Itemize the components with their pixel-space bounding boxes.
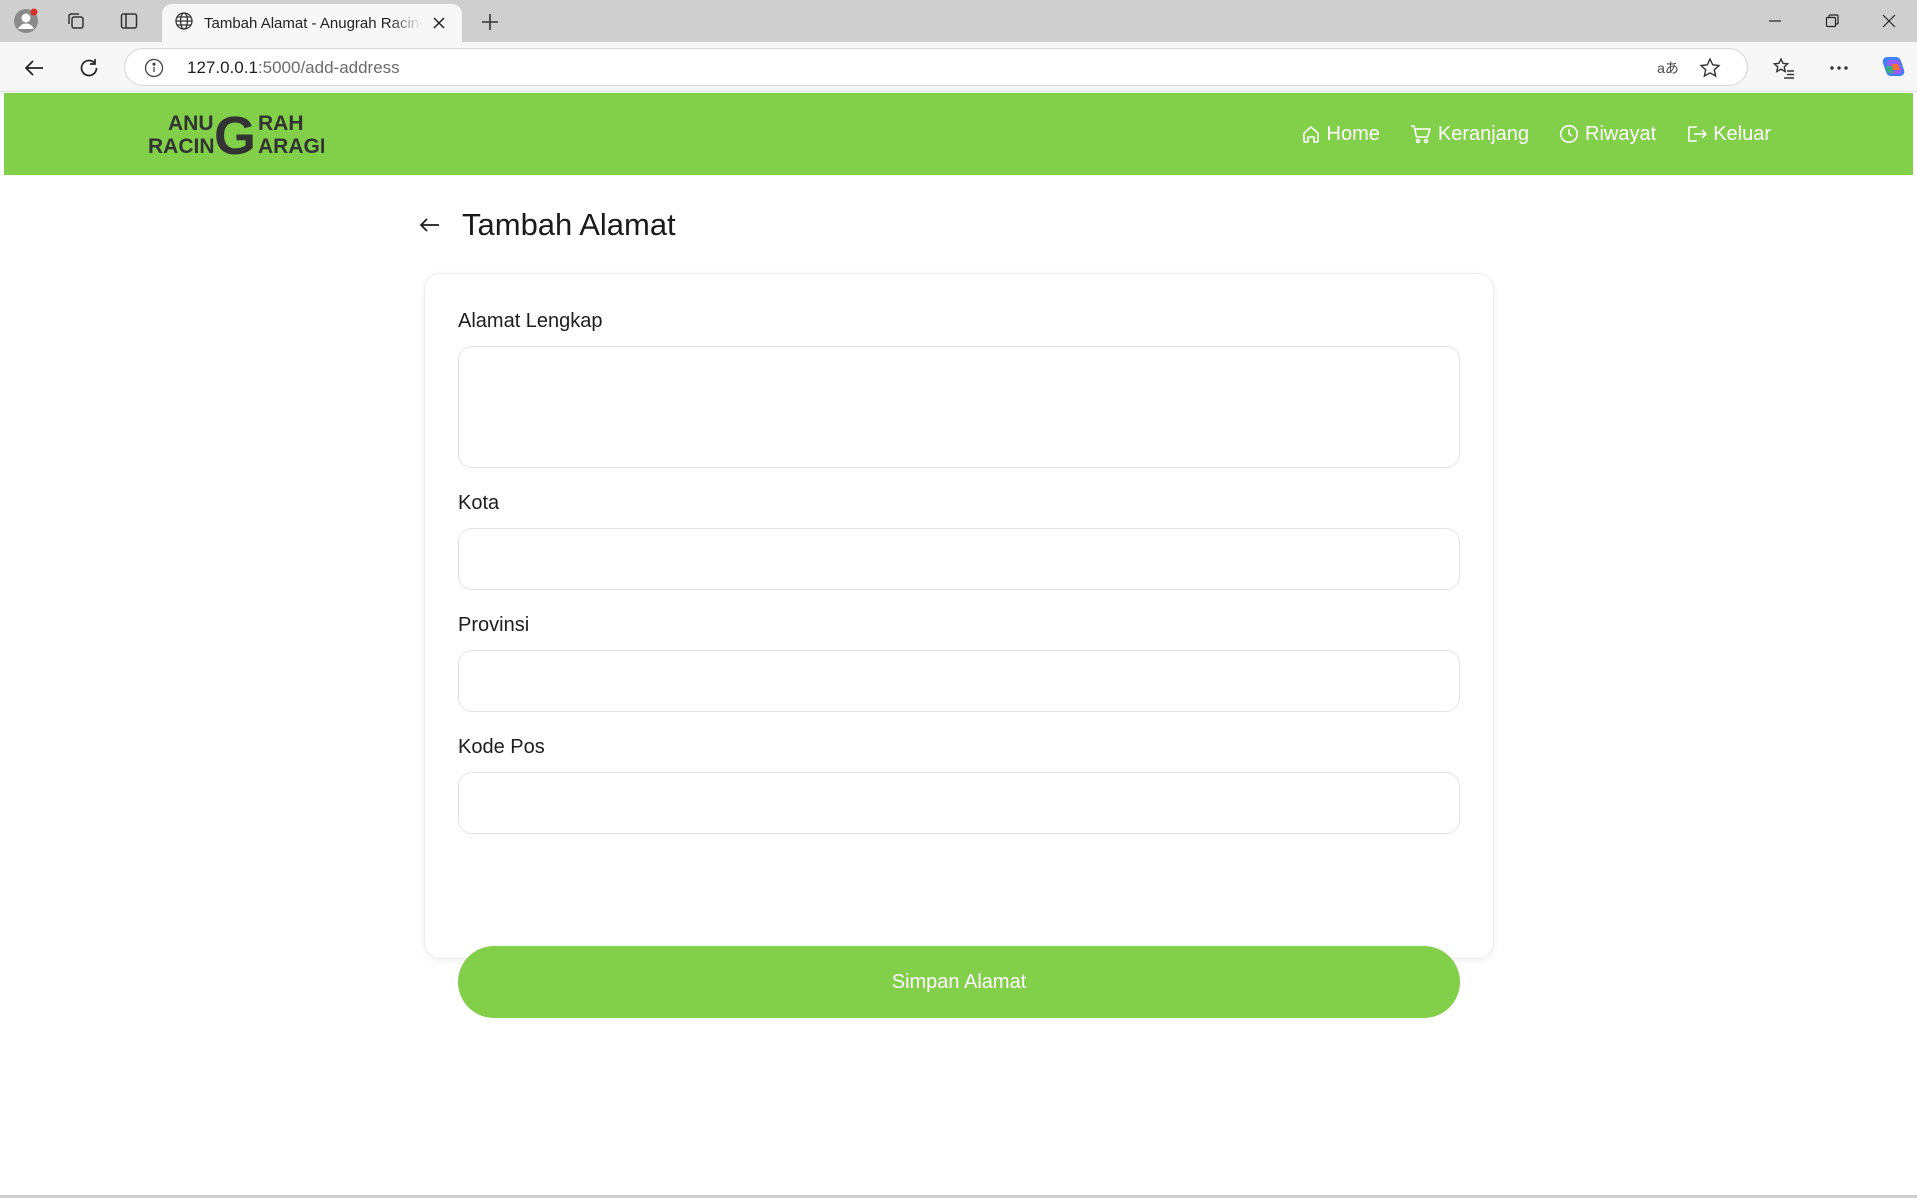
web-page: ANU RAH RACIN ARAGE G Home Keranjang <box>4 93 1913 1195</box>
browser-tab-strip: Tambah Alamat - Anugrah Racing Garage <box>0 0 1917 42</box>
tab-title: Tambah Alamat - Anugrah Racing Garage <box>204 14 422 32</box>
nav-item-label: Home <box>1326 122 1380 145</box>
favorite-star-icon[interactable] <box>1697 56 1723 80</box>
nav-item-label: Keluar <box>1713 122 1771 145</box>
new-tab-icon[interactable] <box>474 8 506 36</box>
address-bar[interactable]: 127.0.0.1:5000/add-address aあ <box>124 48 1748 86</box>
postal-code-label: Kode Pos <box>458 736 545 758</box>
logo-line1-right: RAH <box>258 112 304 135</box>
nav-item-keluar[interactable]: Keluar <box>1686 123 1771 146</box>
nav-item-home[interactable]: Home <box>1301 123 1380 146</box>
site-info-icon[interactable] <box>143 57 165 79</box>
active-tab[interactable]: Tambah Alamat - Anugrah Racing Garage <box>162 4 462 42</box>
address-label: Alamat Lengkap <box>458 310 603 332</box>
url-text[interactable]: 127.0.0.1:5000/add-address <box>187 58 400 78</box>
site-navbar: ANU RAH RACIN ARAGE G Home Keranjang <box>4 93 1913 175</box>
nav-item-keranjang[interactable]: Keranjang <box>1410 123 1529 146</box>
postal-code-input[interactable] <box>458 772 1460 834</box>
profile-avatar-icon[interactable] <box>10 6 42 36</box>
translate-icon[interactable]: aあ <box>1655 56 1681 80</box>
workspaces-icon[interactable] <box>60 6 92 36</box>
nav-item-riwayat[interactable]: Riwayat <box>1559 123 1656 146</box>
restore-icon[interactable] <box>1805 4 1859 38</box>
logo-big-letter: G <box>214 107 256 159</box>
logo-line2-right: ARAGE <box>258 135 324 158</box>
more-options-icon[interactable] <box>1822 51 1856 85</box>
globe-icon <box>174 11 194 36</box>
brand-logo[interactable]: ANU RAH RACIN ARAGE G <box>148 107 324 159</box>
page-title: Tambah Alamat <box>462 207 676 242</box>
city-input[interactable] <box>458 528 1460 590</box>
cart-icon <box>1410 124 1432 144</box>
address-textarea[interactable] <box>458 346 1460 468</box>
copilot-icon[interactable] <box>1875 51 1909 85</box>
logout-icon <box>1686 124 1707 144</box>
logo-line2-left: RACIN <box>148 135 215 158</box>
arrow-left-icon[interactable] <box>418 205 458 245</box>
logo-line1-left: ANU <box>168 112 214 135</box>
vertical-tabs-icon[interactable] <box>113 6 145 36</box>
save-address-button[interactable]: Simpan Alamat <box>458 946 1460 1018</box>
browser-toolbar: 127.0.0.1:5000/add-address aあ <box>0 42 1917 92</box>
nav-item-label: Riwayat <box>1585 122 1657 145</box>
province-input[interactable] <box>458 650 1460 712</box>
province-label: Provinsi <box>458 614 530 636</box>
nav-item-label: Keranjang <box>1437 122 1530 145</box>
close-window-icon[interactable] <box>1862 4 1916 38</box>
city-label: Kota <box>458 492 500 514</box>
back-icon[interactable] <box>17 51 51 85</box>
reload-icon[interactable] <box>72 51 106 85</box>
clock-icon <box>1559 124 1579 144</box>
home-icon <box>1301 124 1321 144</box>
nav-links: Home Keranjang Riwayat Keluar <box>1301 93 1771 175</box>
minimize-icon[interactable] <box>1748 4 1802 38</box>
close-tab-icon[interactable] <box>428 12 450 34</box>
favorites-list-icon[interactable] <box>1767 51 1801 85</box>
address-form-card: Alamat Lengkap Kota Provinsi Kode Pos Si… <box>424 273 1494 1018</box>
page-heading: Tambah Alamat <box>418 203 676 247</box>
